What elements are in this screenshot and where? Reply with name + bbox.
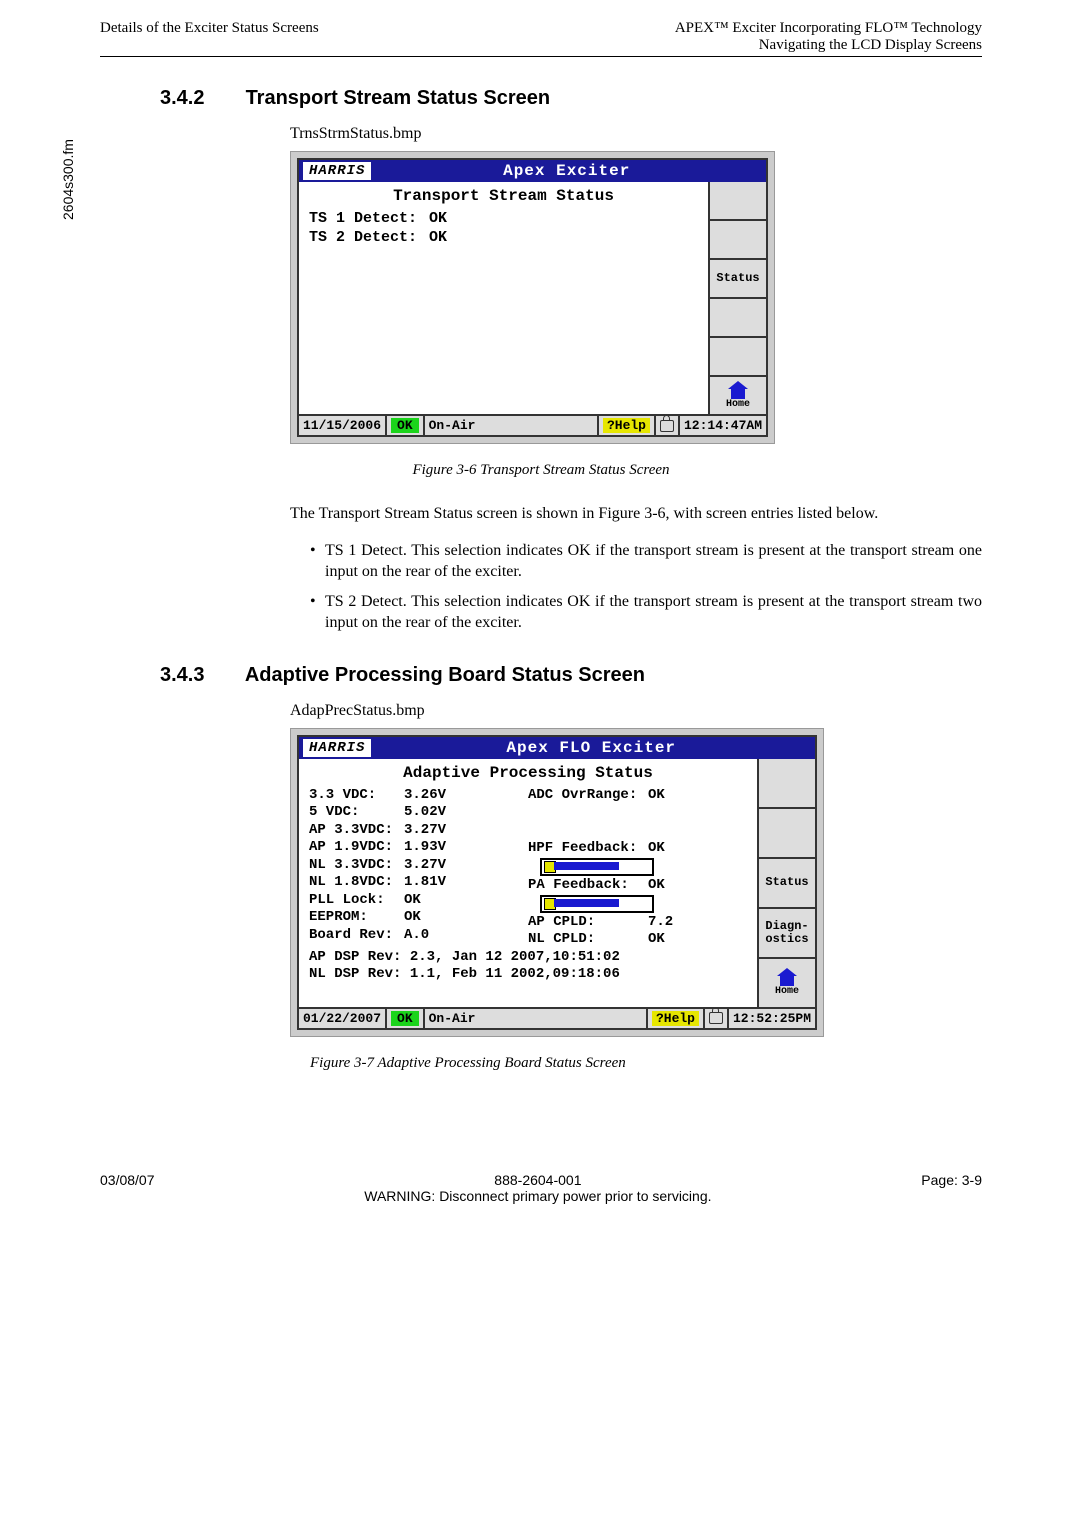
side-btn-home[interactable]: Home: [759, 959, 815, 1007]
header-right-top: APEX™ Exciter Incorporating FLO™ Technol…: [675, 20, 982, 37]
home-icon: Home: [726, 381, 750, 410]
pa-progress: [540, 895, 654, 913]
page-footer: 03/08/07 888-2604-001 WARNING: Disconnec…: [100, 1172, 982, 1204]
status-row: NL 3.3VDC:3.27V: [309, 857, 528, 875]
section-num: 3.4.3: [160, 664, 240, 687]
status-row: NL 1.8VDC:1.81V: [309, 874, 528, 892]
footer-date: 03/08/07: [100, 1172, 155, 1204]
status-row: AP 1.9VDC:1.93V: [309, 839, 528, 857]
header-right-bottom: Navigating the LCD Display Screens: [675, 37, 982, 54]
lcd-statusbar: 01/22/2007 OK On-Air ?Help 12:52:25PM: [299, 1007, 815, 1028]
full-row: NL DSP Rev: 1.1, Feb 11 2002,09:18:06: [309, 966, 747, 984]
bmp-filename-2: AdapPrecStatus.bmp: [290, 702, 982, 720]
lcd-subtitle: Adaptive Processing Status: [309, 763, 747, 783]
lcd-screenshot-2: HARRIS Apex FLO Exciter Adaptive Process…: [290, 728, 824, 1037]
status-row: PA Feedback:OK: [528, 877, 747, 895]
harris-logo: HARRIS: [303, 739, 371, 757]
lcd-title-text: Apex Exciter: [371, 162, 762, 180]
status-row: 5 VDC:5.02V: [309, 804, 528, 822]
row-value: OK: [429, 210, 447, 229]
section1-intro: The Transport Stream Status screen is sh…: [290, 504, 982, 525]
side-btn-blank[interactable]: [710, 221, 766, 260]
status-date: 01/22/2007: [299, 1009, 387, 1028]
side-btn-status[interactable]: Status: [759, 859, 815, 909]
section-title: Transport Stream Status Screen: [246, 87, 551, 109]
status-row: TS 2 Detect: OK: [309, 229, 698, 248]
row-value: OK: [429, 229, 447, 248]
status-row: EEPROM:OK: [309, 909, 528, 927]
section-title: Adaptive Processing Board Status Screen: [245, 664, 645, 686]
row-label: TS 2 Detect:: [309, 229, 429, 248]
status-row: Board Rev:A.0: [309, 927, 528, 945]
status-ok-badge: OK: [387, 416, 425, 435]
status-row: AP CPLD:7.2: [528, 914, 747, 932]
status-date: 11/15/2006: [299, 416, 387, 435]
footer-page: Page: 3-9: [921, 1172, 982, 1204]
status-row: 3.3 VDC:3.26V: [309, 787, 528, 805]
status-help[interactable]: ?Help: [599, 416, 656, 435]
status-lock: [705, 1009, 729, 1028]
side-btn-blank[interactable]: [710, 182, 766, 221]
lcd-side-buttons: Status Diagn-ostics Home: [759, 759, 815, 1007]
side-btn-blank[interactable]: [759, 759, 815, 809]
footer-warning: WARNING: Disconnect primary power prior …: [155, 1188, 922, 1204]
figure-caption-1: Figure 3-6 Transport Stream Status Scree…: [100, 462, 982, 479]
section-heading-343: 3.4.3 Adaptive Processing Board Status S…: [160, 664, 982, 687]
status-row: NL CPLD:OK: [528, 931, 747, 949]
side-btn-blank[interactable]: [710, 338, 766, 377]
lcd-main-panel: Adaptive Processing Status 3.3 VDC:3.26V…: [299, 759, 759, 1007]
side-btn-home[interactable]: Home: [710, 377, 766, 414]
bullet-item: TS 2 Detect. This selection indicates OK…: [310, 592, 982, 634]
figure-caption-2: Figure 3-7 Adaptive Processing Board Sta…: [310, 1055, 982, 1072]
home-icon: Home: [775, 968, 799, 997]
side-filename: 2604s300.fm: [60, 139, 76, 220]
lcd-title-text: Apex FLO Exciter: [371, 739, 811, 757]
lcd-titlebar: HARRIS Apex FLO Exciter: [299, 737, 815, 759]
side-btn-blank[interactable]: [710, 299, 766, 338]
status-row: TS 1 Detect: OK: [309, 210, 698, 229]
hpf-progress: [540, 858, 654, 876]
bullet-item: TS 1 Detect. This selection indicates OK…: [310, 541, 982, 583]
lcd-screenshot-1: HARRIS Apex Exciter Transport Stream Sta…: [290, 151, 775, 444]
footer-center: 888-2604-001 WARNING: Disconnect primary…: [155, 1172, 922, 1204]
lcd-main-panel: Transport Stream Status TS 1 Detect: OK …: [299, 182, 710, 414]
lcd-statusbar: 11/15/2006 OK On-Air ?Help 12:14:47AM: [299, 414, 766, 435]
status-ok-badge: OK: [387, 1009, 425, 1028]
status-row: HPF Feedback:OK: [528, 840, 747, 858]
side-btn-blank[interactable]: [759, 809, 815, 859]
lcd-titlebar: HARRIS Apex Exciter: [299, 160, 766, 182]
row-label: TS 1 Detect:: [309, 210, 429, 229]
status-row: ADC OvrRange:OK: [528, 787, 747, 805]
header-right: APEX™ Exciter Incorporating FLO™ Technol…: [675, 20, 982, 54]
status-time: 12:52:25PM: [729, 1009, 815, 1028]
section-heading-342: 3.4.2 Transport Stream Status Screen: [160, 87, 982, 110]
lcd-side-buttons: Status Home: [710, 182, 766, 414]
status-onair: On-Air: [425, 1009, 648, 1028]
status-help[interactable]: ?Help: [648, 1009, 705, 1028]
lock-icon: [709, 1012, 723, 1024]
status-time: 12:14:47AM: [680, 416, 766, 435]
lcd-subtitle: Transport Stream Status: [309, 186, 698, 206]
status-row: PLL Lock:OK: [309, 892, 528, 910]
section-num: 3.4.2: [160, 87, 240, 110]
lock-icon: [660, 420, 674, 432]
status-onair: On-Air: [425, 416, 599, 435]
bullet-list-1: TS 1 Detect. This selection indicates OK…: [310, 541, 982, 634]
status-lock: [656, 416, 680, 435]
bmp-filename-1: TrnsStrmStatus.bmp: [290, 125, 982, 143]
progress-row: [528, 858, 747, 877]
header-left: Details of the Exciter Status Screens: [100, 20, 319, 54]
progress-row: [528, 895, 747, 914]
side-btn-diagnostics[interactable]: Diagn-ostics: [759, 909, 815, 959]
side-btn-status[interactable]: Status: [710, 260, 766, 299]
footer-docnum: 888-2604-001: [155, 1172, 922, 1188]
harris-logo: HARRIS: [303, 162, 371, 180]
status-row: AP 3.3VDC:3.27V: [309, 822, 528, 840]
page-header: Details of the Exciter Status Screens AP…: [100, 20, 982, 57]
full-row: AP DSP Rev: 2.3, Jan 12 2007,10:51:02: [309, 949, 747, 967]
